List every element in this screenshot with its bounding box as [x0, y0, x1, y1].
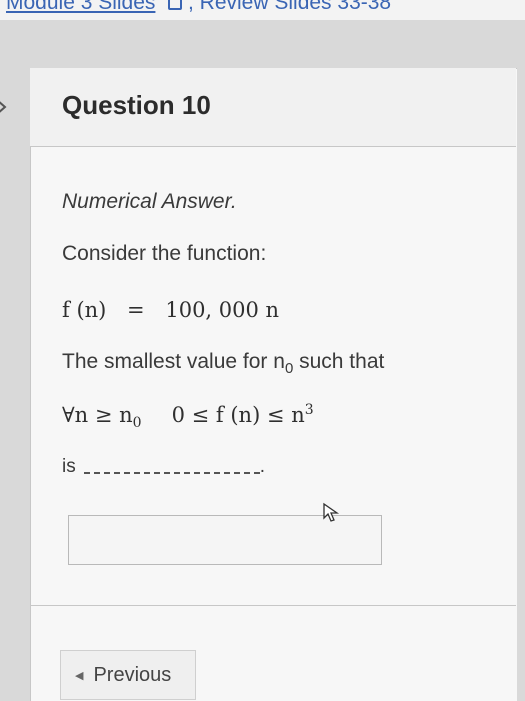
is-blank-line: is. — [62, 456, 265, 478]
function-lhs: f (n) — [62, 298, 107, 322]
is-suffix: . — [259, 456, 266, 477]
question-prompt: Consider the function: — [62, 242, 267, 265]
inequality-expression: 0 ≤ f (n) ≤ n — [171, 403, 305, 427]
question-title: Question 10 — [62, 90, 211, 120]
question-type-label: Numerical Answer. — [62, 190, 237, 213]
question-header: Question 10 — [30, 68, 516, 147]
answer-blank — [83, 472, 260, 474]
inequality-condition: ∀n ≥ n0 0 ≤ f (n) ≤ n3 — [62, 402, 314, 431]
top-breadcrumb-strip: Module 3 Slides , Review Slides 33-38 — [0, 0, 525, 20]
mouse-cursor-icon — [322, 502, 340, 524]
smallest-value-text: The smallest value for n0 such that — [62, 350, 384, 377]
inequality-sup: 3 — [304, 402, 314, 418]
chevron-left-icon: ◀ — [75, 669, 84, 682]
smallest-post: such that — [293, 350, 385, 373]
question-card — [30, 68, 517, 701]
previous-label: Previous — [93, 663, 172, 686]
smallest-pre: The smallest value for n — [62, 350, 285, 373]
footer-divider — [30, 605, 516, 606]
function-equals: = — [127, 298, 145, 322]
forall-sub: 0 — [132, 415, 142, 432]
function-rhs: 100, 000 n — [165, 298, 280, 322]
function-definition: f (n) = 100, 000 n — [62, 298, 279, 322]
forall-expression: ∀n ≥ n — [62, 403, 133, 427]
chevron-right-icon[interactable] — [0, 96, 12, 118]
breadcrumb-link-module-slides[interactable]: Module 3 Slides — [6, 0, 155, 15]
previous-button[interactable]: ◀ Previous — [60, 650, 196, 700]
is-label: is — [62, 456, 76, 477]
file-icon — [168, 0, 182, 10]
breadcrumb-link-review-slides[interactable]: , Review Slides 33-38 — [188, 0, 391, 15]
